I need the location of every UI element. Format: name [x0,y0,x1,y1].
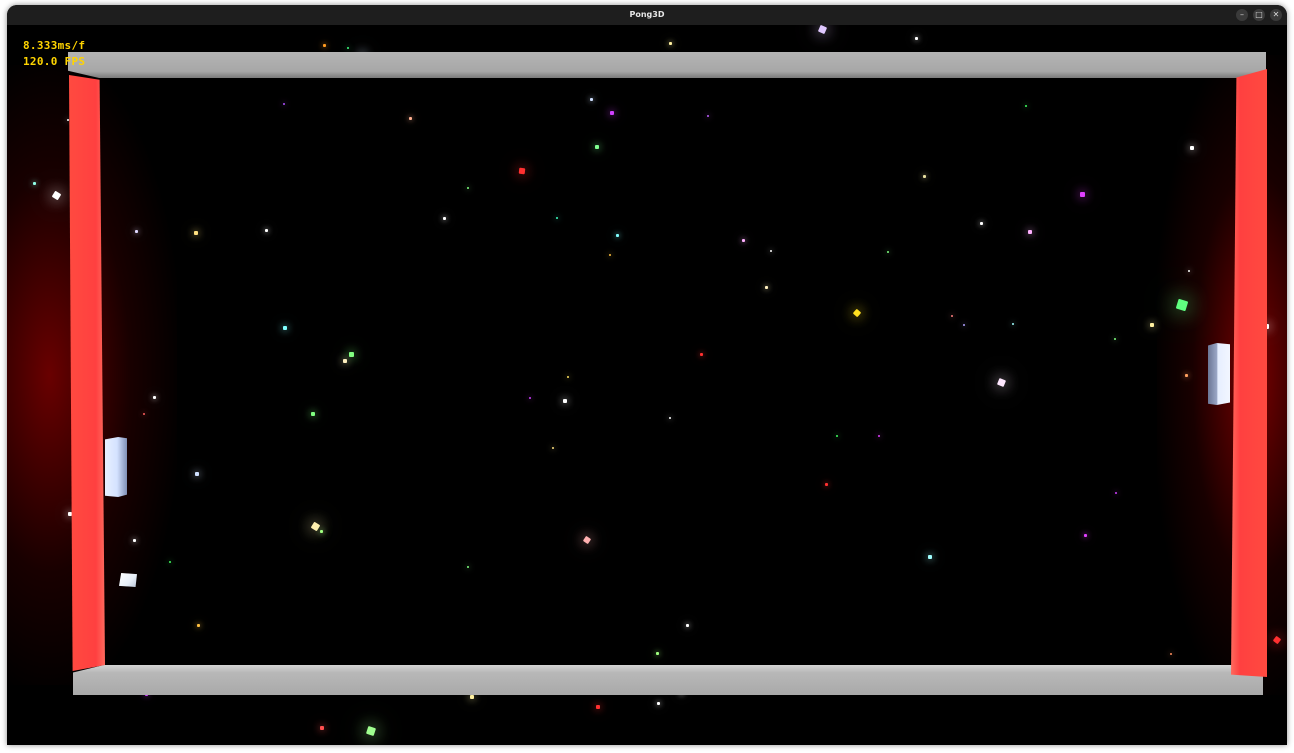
left-goal [69,75,105,671]
particle-cube [770,250,772,252]
hud: 8.333ms/f 120.0 FPS [23,38,85,70]
left-paddle[interactable] [105,437,127,497]
particle-cube [1012,323,1014,325]
particle-cube [320,530,323,533]
game-window: Pong3D – □ ✕ 8.333ms/f 120.0 FPS [7,5,1287,745]
particle-cube [616,234,619,237]
particle-cube [878,435,880,437]
particle-cube [928,555,932,559]
particle-cube [1150,323,1154,327]
particle-cube [1185,374,1188,377]
maximize-button[interactable]: □ [1253,9,1265,21]
particle-cube [1175,298,1189,312]
particle-cube [1025,105,1027,107]
particle-cube [923,175,926,178]
particle-cube [169,561,171,563]
particle-cube [817,25,828,35]
bottom-wall [73,665,1263,695]
particle-cube [825,483,828,486]
particle-cube [133,539,136,542]
minimize-button[interactable]: – [1236,9,1248,21]
particle-cube [265,229,268,232]
window-title: Pong3D [629,10,665,19]
particle-cube [67,119,69,121]
particle-cube [707,115,709,117]
particle-cube [963,324,965,326]
particle-cube [310,521,321,532]
fps-readout: 120.0 FPS [23,55,86,68]
particle-cube [556,217,558,219]
particle-cube [915,37,918,40]
particle-cube [669,417,671,419]
particle-field [7,25,1287,745]
particle-cube [595,145,599,149]
particle-cube [365,725,377,737]
top-wall [68,52,1266,78]
frame-time-readout: 8.333ms/f [23,39,86,52]
particle-cube [686,624,689,627]
particle-cube [700,353,703,356]
particle-cube [563,399,567,403]
particle-cube [567,376,569,378]
particle-cube [887,251,889,253]
particle-cube [765,286,768,289]
ball [119,573,137,587]
particle-cube [1080,192,1085,197]
particle-cube [518,167,526,175]
particle-cube [836,435,838,437]
particle-cube [143,413,145,415]
particle-cube [320,726,324,730]
close-button[interactable]: ✕ [1270,9,1282,21]
particle-cube [529,397,531,399]
particle-cube [1170,653,1172,655]
title-bar[interactable]: Pong3D – □ ✕ [7,5,1287,25]
right-paddle[interactable] [1208,343,1230,405]
particle-cube [197,624,200,627]
particle-cube [552,447,554,449]
particle-cube [467,566,469,568]
particle-cube [68,512,72,516]
particle-cube [609,254,611,256]
particle-cube [467,187,469,189]
game-viewport[interactable]: 8.333ms/f 120.0 FPS [7,25,1287,745]
particle-cube [409,117,412,120]
particle-cube [980,222,983,225]
particle-cube [470,695,474,699]
particle-cube [1272,635,1282,645]
particle-cube [742,239,745,242]
particle-cube [283,326,287,330]
particle-cube [323,44,326,47]
particle-cube [194,231,198,235]
particle-cube [51,190,62,201]
particle-cube [1188,270,1190,272]
particle-cube [33,182,36,185]
particle-cube [347,47,349,49]
particle-cube [669,42,672,45]
particle-cube [656,652,659,655]
particle-cube [311,412,315,416]
particle-cube [1190,146,1194,150]
particle-cube [349,352,354,357]
particle-cube [195,472,199,476]
particle-cube [852,308,862,318]
right-goal [1231,69,1267,677]
particle-cube [343,359,347,363]
particle-cube [657,702,660,705]
particle-cube [1114,338,1116,340]
particle-cube [582,535,592,545]
particle-cube [610,111,614,115]
particle-cube [1084,534,1087,537]
particle-cube [951,315,953,317]
particle-cube [443,217,446,220]
particle-cube [996,377,1007,388]
particle-cube [153,396,156,399]
particle-cube [596,705,600,709]
particle-cube [135,230,138,233]
particle-cube [283,103,285,105]
particle-cube [1115,492,1117,494]
particle-cube [1028,230,1032,234]
particle-cube [590,98,593,101]
